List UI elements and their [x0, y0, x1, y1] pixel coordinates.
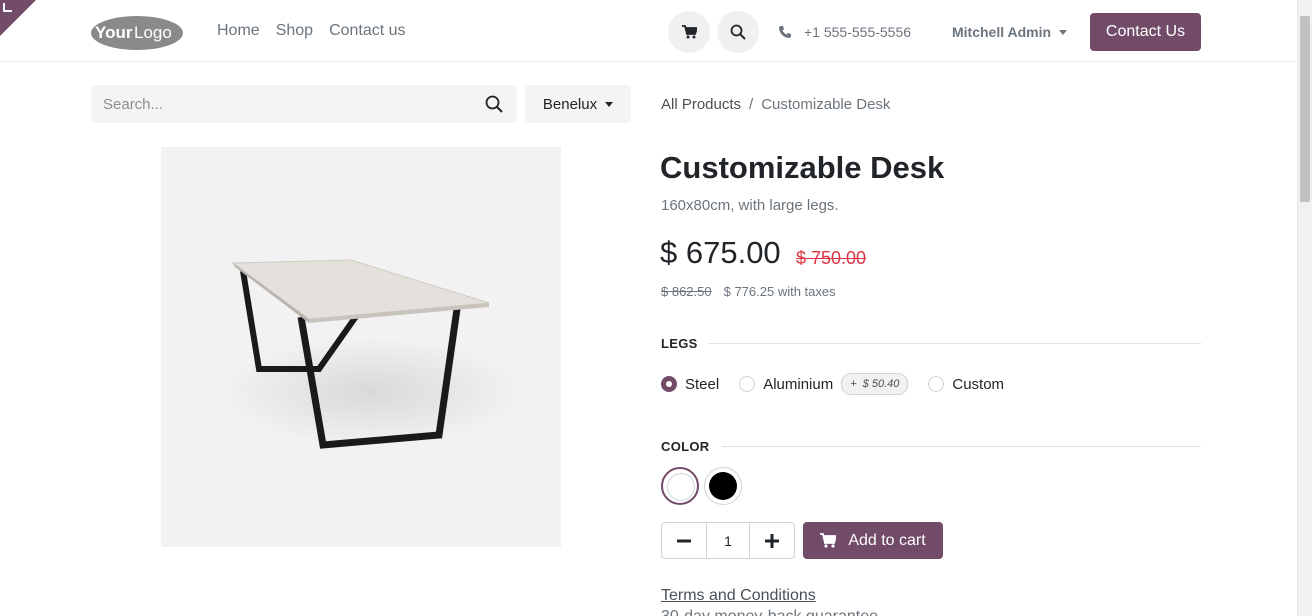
phone-number: +1 555-555-5556: [804, 24, 912, 40]
tax-price-line: $ 862.50 $ 776.25 with taxes: [661, 284, 836, 299]
chevron-down-icon: [1059, 29, 1068, 35]
quantity-stepper: 1: [661, 522, 795, 559]
search-icon: [730, 24, 746, 40]
product-image[interactable]: [161, 147, 561, 547]
cart-icon: [820, 533, 837, 548]
quantity-increase-button[interactable]: [750, 523, 794, 558]
cart-button[interactable]: [668, 11, 710, 53]
terms-link[interactable]: Terms and Conditions: [661, 587, 816, 605]
price-extra-sign: +: [850, 378, 857, 390]
product-title: Customizable Desk: [660, 150, 945, 185]
plus-icon: [764, 533, 779, 548]
nav-shop[interactable]: Shop: [276, 22, 313, 40]
search-input[interactable]: [91, 85, 471, 123]
page-scrollbar[interactable]: [1297, 0, 1312, 616]
legs-attribute-label: LEGS: [661, 336, 698, 351]
product-list-price: $ 750.00: [796, 248, 867, 268]
logo-your: Your: [95, 23, 133, 42]
color-swatch-white[interactable]: [661, 467, 699, 505]
color-swatch-black[interactable]: [704, 467, 742, 505]
quantity-input[interactable]: 1: [706, 523, 750, 558]
phone-icon: [779, 26, 791, 38]
legs-divider: [708, 343, 1201, 344]
color-attribute-label: COLOR: [661, 439, 710, 454]
color-divider: [722, 446, 1201, 447]
tax-old-price: $ 862.50: [661, 284, 712, 299]
add-to-cart-label: Add to cart: [848, 531, 926, 549]
legs-option-steel-label[interactable]: Steel: [685, 376, 719, 393]
logo-logo: Logo: [134, 23, 172, 42]
minus-icon: [677, 539, 692, 542]
scrollbar-thumb[interactable]: [1300, 16, 1310, 202]
legs-radio-aluminium[interactable]: [739, 376, 756, 392]
product-price: $ 675.00: [660, 235, 781, 270]
chevron-down-icon: [605, 101, 614, 107]
product-description: 160x80cm, with large legs.: [661, 197, 839, 214]
search-toggle-button[interactable]: [717, 11, 759, 53]
tax-new-price: $ 776.25 with taxes: [723, 284, 836, 299]
pricelist-dropdown[interactable]: Benelux: [525, 85, 631, 123]
desk-illustration: [221, 259, 521, 449]
breadcrumb-separator: /: [749, 96, 754, 113]
site-header: Your Logo Home Shop Contact us +1 555-55…: [0, 0, 1297, 62]
legs-radio-steel[interactable]: [661, 376, 677, 392]
legs-options: Steel Aluminium + $ 50.40 Custom: [661, 373, 1004, 395]
cart-icon: [681, 25, 697, 39]
legs-option-custom-label[interactable]: Custom: [952, 376, 1004, 393]
nav-contact-us[interactable]: Contact us: [329, 22, 405, 40]
breadcrumb-current: Customizable Desk: [761, 96, 891, 113]
search-icon[interactable]: [485, 95, 503, 113]
user-name: Mitchell Admin: [952, 24, 1052, 40]
user-menu[interactable]: Mitchell Admin: [952, 24, 1068, 40]
contact-us-button[interactable]: Contact Us: [1090, 13, 1201, 51]
nav-home[interactable]: Home: [217, 22, 260, 40]
product-search: [91, 85, 517, 123]
breadcrumb: All Products / Customizable Desk: [661, 96, 890, 113]
guarantee-text: 30-day money-back guarantee: [661, 607, 878, 616]
add-to-cart-button[interactable]: Add to cart: [803, 522, 943, 559]
legs-radio-custom[interactable]: [928, 376, 945, 392]
site-logo[interactable]: Your Logo: [90, 14, 186, 52]
pricelist-label: Benelux: [542, 95, 598, 113]
breadcrumb-all-products[interactable]: All Products: [661, 96, 741, 113]
price-extra-badge: + $ 50.40: [841, 373, 909, 395]
main-nav: Home Shop Contact us: [217, 22, 406, 40]
corner-icon: [3, 3, 12, 12]
legs-option-aluminium-label[interactable]: Aluminium: [763, 376, 833, 393]
quantity-decrease-button[interactable]: [662, 523, 706, 558]
phone-link[interactable]: +1 555-555-5556: [778, 24, 911, 40]
price-extra-value: $ 50.40: [862, 378, 900, 390]
